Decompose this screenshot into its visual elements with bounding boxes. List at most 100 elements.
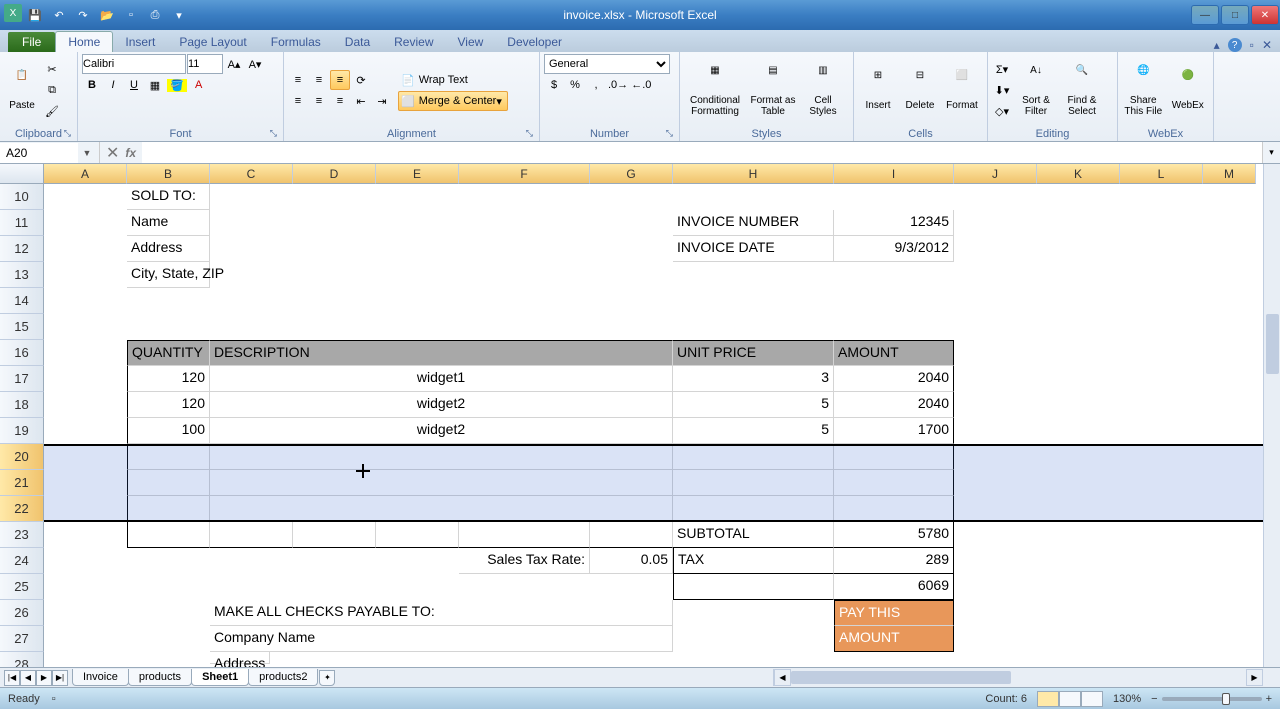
qa-undo-icon[interactable]: ↶ (48, 4, 70, 26)
cancel-formula-icon[interactable]: ✕ (106, 143, 119, 163)
cell-amt-17[interactable]: 2040 (834, 366, 954, 392)
cell-qty-18[interactable]: 120 (127, 392, 210, 418)
cell-paythis-1[interactable]: PAY THIS (834, 600, 954, 626)
decrease-decimal-button[interactable]: ←.0 (630, 75, 652, 95)
sort-filter-button[interactable]: A↓Sort & Filter (1014, 60, 1058, 122)
horizontal-scroll-thumb[interactable] (791, 671, 1011, 684)
row-header-25[interactable]: 25 (0, 574, 44, 600)
cell-paythis-2[interactable]: AMOUNT (834, 626, 954, 652)
column-header-A[interactable]: A (44, 164, 127, 184)
cell-amt-21[interactable] (834, 470, 954, 496)
row-header-13[interactable]: 13 (0, 262, 44, 288)
row-header-12[interactable]: 12 (0, 236, 44, 262)
cell-h25[interactable] (673, 574, 834, 600)
fill-button[interactable]: ⬇▾ (992, 81, 1012, 101)
row-header-18[interactable]: 18 (0, 392, 44, 418)
align-bottom-button[interactable]: ≡ (330, 70, 350, 90)
borders-button[interactable]: ▦ (145, 75, 165, 95)
bold-button[interactable]: B (82, 75, 102, 95)
row-header-21[interactable]: 21 (0, 470, 44, 496)
column-header-L[interactable]: L (1120, 164, 1203, 184)
last-sheet-button[interactable]: ▶| (52, 670, 68, 686)
cell-tax-rate[interactable]: 0.05 (590, 548, 673, 574)
align-middle-button[interactable]: ≡ (309, 70, 329, 90)
cell-company[interactable]: Company Name (210, 626, 673, 652)
row-header-26[interactable]: 26 (0, 600, 44, 626)
shrink-font-button[interactable]: A▾ (245, 54, 265, 74)
qa-redo-icon[interactable]: ↷ (72, 4, 94, 26)
delete-cells-button[interactable]: ⊟Delete (900, 60, 940, 122)
percent-button[interactable]: % (565, 75, 585, 95)
close-button[interactable]: ✕ (1251, 5, 1279, 25)
tab-home[interactable]: Home (55, 31, 113, 52)
cell-address[interactable]: Address (127, 236, 210, 262)
row-header-10[interactable]: 10 (0, 184, 44, 210)
grow-font-button[interactable]: A▴ (224, 54, 244, 74)
tab-insert[interactable]: Insert (113, 32, 167, 52)
cell-price-22[interactable] (673, 496, 834, 522)
cell-tax[interactable]: 289 (834, 548, 954, 574)
autosum-button[interactable]: Σ▾ (992, 60, 1012, 80)
scroll-left-button[interactable]: ◀ (774, 669, 791, 686)
orientation-button[interactable]: ⟳ (351, 70, 371, 90)
column-header-J[interactable]: J (954, 164, 1037, 184)
copy-button[interactable]: ⧉ (42, 81, 62, 101)
cut-button[interactable]: ✂ (42, 60, 62, 80)
cell-csz[interactable]: City, State, ZIP (127, 262, 210, 288)
conditional-formatting-button[interactable]: ▦Conditional Formatting (684, 60, 746, 122)
alignment-launcher-icon[interactable]: ⤡ (526, 128, 533, 139)
cell-price-20[interactable] (673, 444, 834, 470)
increase-decimal-button[interactable]: .0→ (607, 75, 629, 95)
row-header-28[interactable]: 28 (0, 652, 44, 667)
align-right-button[interactable]: ≡ (330, 91, 350, 111)
row-header-15[interactable]: 15 (0, 314, 44, 340)
clipboard-launcher-icon[interactable]: ⤡ (64, 128, 71, 139)
tab-page-layout[interactable]: Page Layout (167, 32, 258, 52)
cell-price-21[interactable] (673, 470, 834, 496)
cell-price-19[interactable]: 5 (673, 418, 834, 444)
select-all-corner[interactable] (0, 164, 44, 184)
clear-button[interactable]: ◇▾ (992, 102, 1012, 122)
spreadsheet-grid[interactable]: ABCDEFGHIJKLM 10111213141516171819202122… (0, 164, 1280, 667)
wrap-text-button[interactable]: 📄 Wrap Text (398, 70, 508, 90)
row-header-11[interactable]: 11 (0, 210, 44, 236)
comma-button[interactable]: , (586, 75, 606, 95)
row-header-16[interactable]: 16 (0, 340, 44, 366)
format-painter-button[interactable]: 🖌 (42, 102, 62, 122)
cell-inv-date[interactable]: 9/3/2012 (834, 236, 954, 262)
sheet-tab-sheet1[interactable]: Sheet1 (191, 669, 249, 686)
paste-button[interactable]: 📋 Paste (4, 60, 40, 122)
scroll-right-button[interactable]: ▶ (1246, 669, 1263, 686)
underline-button[interactable]: U (124, 75, 144, 95)
row-header-19[interactable]: 19 (0, 418, 44, 444)
cell-tax-rate-label[interactable]: Sales Tax Rate: (459, 548, 590, 574)
zoom-slider[interactable] (1162, 697, 1262, 701)
column-header-F[interactable]: F (459, 164, 590, 184)
cell-hdr-desc[interactable]: DESCRIPTION (210, 340, 673, 366)
cell-subtotal[interactable]: 5780 (834, 522, 954, 548)
column-header-C[interactable]: C (210, 164, 293, 184)
row-header-17[interactable]: 17 (0, 366, 44, 392)
formula-input[interactable] (142, 142, 1262, 163)
column-header-E[interactable]: E (376, 164, 459, 184)
row-header-14[interactable]: 14 (0, 288, 44, 314)
minimize-ribbon-icon[interactable]: ▴ (1214, 38, 1220, 52)
cell-amt-22[interactable] (834, 496, 954, 522)
cell-name[interactable]: Name (127, 210, 210, 236)
cell-hdr-amt[interactable]: AMOUNT (834, 340, 954, 366)
cell-desc-20[interactable] (210, 444, 673, 470)
column-header-K[interactable]: K (1037, 164, 1120, 184)
page-break-view-button[interactable] (1081, 691, 1103, 707)
first-sheet-button[interactable]: |◀ (4, 670, 20, 686)
cell-desc-17[interactable]: widget1 (210, 366, 673, 392)
cell-subtotal-label[interactable]: SUBTOTAL (673, 522, 834, 548)
fill-color-button[interactable]: 🪣 (166, 75, 188, 95)
cell-G23[interactable] (590, 522, 673, 548)
cell-C23[interactable] (210, 522, 293, 548)
cell-price-17[interactable]: 3 (673, 366, 834, 392)
cell-inv-date-label[interactable]: INVOICE DATE (673, 236, 834, 262)
cell-F23[interactable] (459, 522, 590, 548)
find-select-button[interactable]: 🔍Find & Select (1060, 60, 1104, 122)
cell-D23[interactable] (293, 522, 376, 548)
tab-developer[interactable]: Developer (495, 32, 574, 52)
